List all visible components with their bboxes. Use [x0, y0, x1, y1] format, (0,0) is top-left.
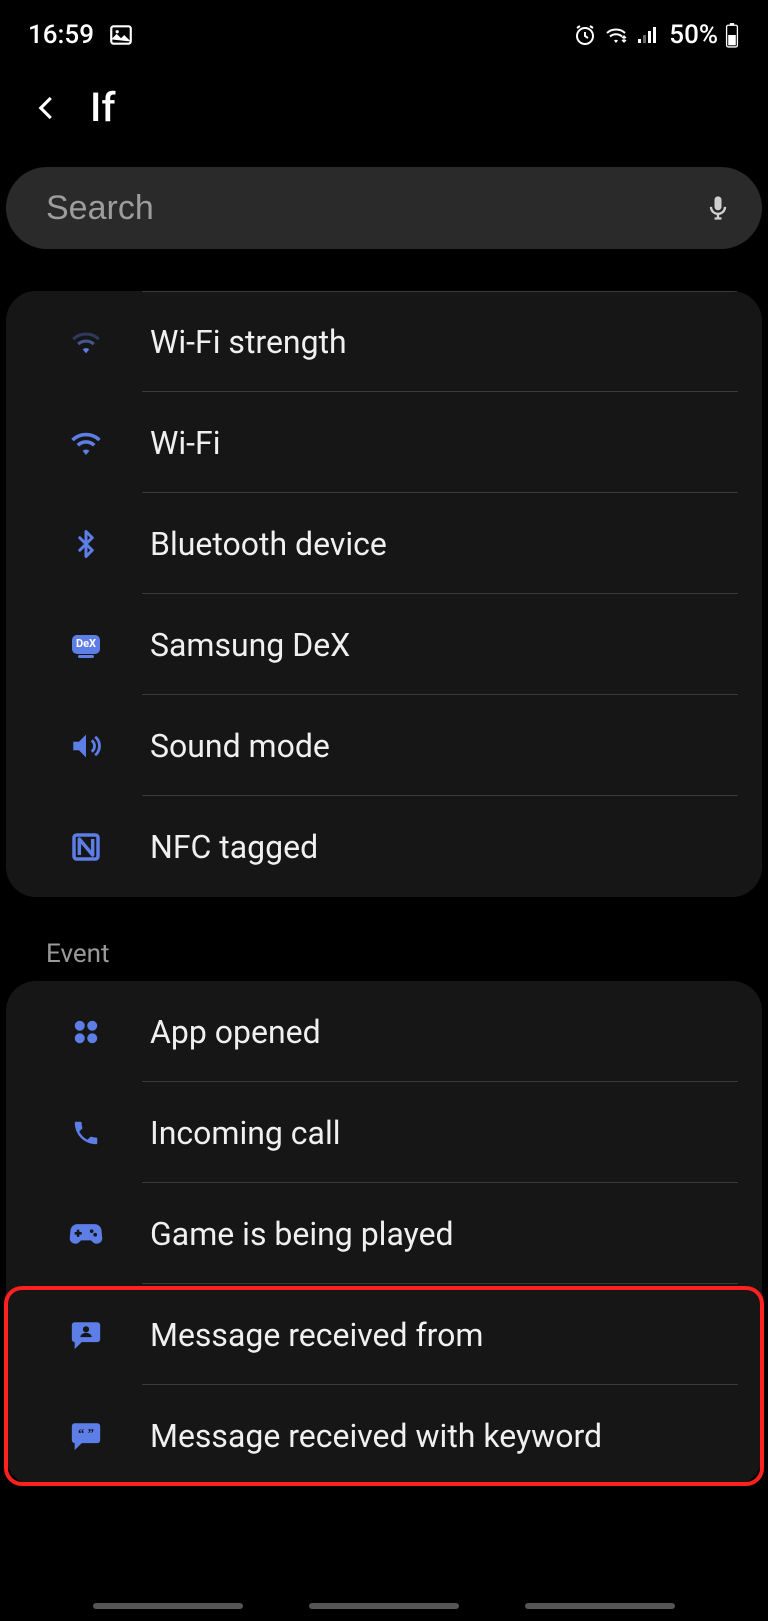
item-samsung-dex[interactable]: DeX Samsung DeX: [6, 594, 762, 695]
item-label: Sound mode: [106, 727, 330, 765]
system-nav-bar: [0, 1603, 768, 1609]
item-label: Bluetooth device: [106, 525, 387, 563]
item-label: NFC tagged: [106, 828, 318, 866]
item-sound-mode[interactable]: Sound mode: [6, 695, 762, 796]
back-icon[interactable]: [32, 93, 62, 123]
item-label: Incoming call: [106, 1114, 341, 1152]
nav-home[interactable]: [309, 1603, 459, 1609]
item-incoming-call[interactable]: Incoming call: [6, 1082, 762, 1183]
nav-back[interactable]: [525, 1603, 675, 1609]
battery-percent: 50%: [669, 20, 718, 50]
phone-icon: [66, 1113, 106, 1153]
wifi-status-icon: [603, 23, 629, 47]
item-bluetooth[interactable]: Bluetooth device: [6, 493, 762, 594]
item-label: App opened: [106, 1013, 321, 1051]
search-bar[interactable]: [6, 167, 762, 249]
status-bar: 16:59 50%: [0, 0, 768, 60]
svg-text:“ ”: “ ”: [78, 1426, 94, 1440]
item-label: Message received with keyword: [106, 1417, 602, 1455]
status-time: 16:59: [28, 20, 94, 50]
dex-icon: DeX: [66, 625, 106, 665]
microphone-icon[interactable]: [704, 190, 732, 226]
nfc-icon: [66, 827, 106, 867]
wifi-weak-icon: [66, 322, 106, 362]
status-left: 16:59: [28, 20, 134, 50]
search-input[interactable]: [46, 189, 704, 228]
item-label: Game is being played: [106, 1215, 454, 1253]
section-header-event: Event: [0, 939, 768, 981]
message-person-icon: [66, 1315, 106, 1355]
event-conditions-card: App opened Incoming call Game is being p…: [6, 981, 762, 1486]
item-wifi[interactable]: Wi-Fi: [6, 392, 762, 493]
nav-recents[interactable]: [93, 1603, 243, 1609]
item-label: Wi-Fi: [106, 424, 220, 462]
battery-icon: [724, 22, 740, 48]
alarm-icon: [573, 23, 597, 47]
message-quote-icon: “ ”: [66, 1416, 106, 1456]
item-wifi-strength[interactable]: Wi-Fi strength: [6, 291, 762, 392]
item-nfc[interactable]: NFC tagged: [6, 796, 762, 897]
item-label: Message received from: [106, 1316, 483, 1354]
status-conditions-card: Wi-Fi strength Wi-Fi Bluetooth device De…: [6, 291, 762, 897]
item-label: Samsung DeX: [106, 626, 350, 664]
gamepad-icon: [66, 1214, 106, 1254]
status-right: 50%: [573, 20, 740, 50]
page-title: If: [90, 84, 115, 131]
item-message-keyword[interactable]: “ ” Message received with keyword: [6, 1385, 762, 1486]
signal-icon: [635, 23, 659, 47]
apps-icon: [66, 1012, 106, 1052]
bluetooth-icon: [66, 524, 106, 564]
item-game-playing[interactable]: Game is being played: [6, 1183, 762, 1284]
wifi-icon: [66, 423, 106, 463]
item-app-opened[interactable]: App opened: [6, 981, 762, 1082]
item-message-from[interactable]: Message received from: [6, 1284, 762, 1385]
volume-icon: [66, 726, 106, 766]
item-label: Wi-Fi strength: [106, 323, 347, 361]
page-header: If: [0, 60, 768, 167]
image-icon: [108, 22, 134, 48]
